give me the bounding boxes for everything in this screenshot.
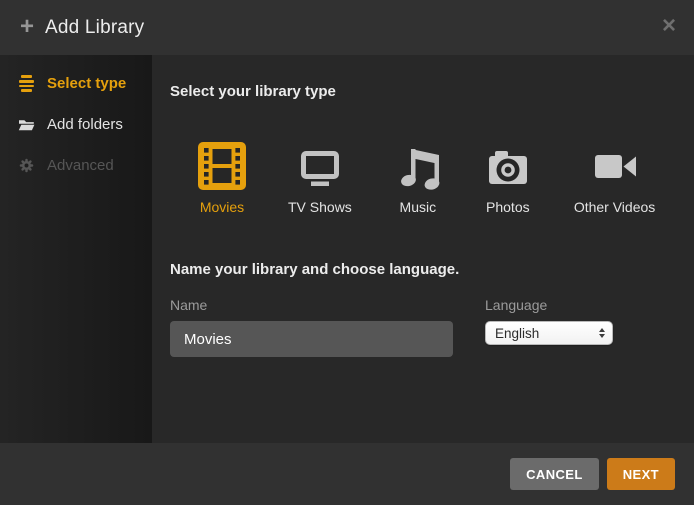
plus-icon: +	[20, 15, 34, 39]
library-type-section-title: Select your library type	[170, 83, 694, 100]
name-field-group: Name	[170, 297, 453, 357]
dialog-title: Add Library	[45, 17, 144, 39]
library-type-music[interactable]: Music	[394, 142, 442, 215]
type-lines-icon	[18, 75, 35, 91]
library-type-photos[interactable]: Photos	[484, 142, 532, 215]
library-name-input[interactable]	[170, 321, 453, 357]
library-type-label: TV Shows	[288, 199, 352, 215]
close-icon[interactable]: ×	[662, 14, 676, 38]
film-icon	[198, 142, 246, 190]
cancel-button[interactable]: CANCEL	[510, 458, 599, 490]
gear-icon	[18, 158, 35, 173]
sidebar-item-add-folders[interactable]: Add folders	[0, 104, 152, 145]
library-type-label: Music	[400, 199, 437, 215]
music-note-icon	[394, 142, 442, 190]
sidebar-item-label: Add folders	[47, 116, 123, 133]
wizard-steps-sidebar: Select type Add folders	[0, 55, 152, 443]
dialog-header: + Add Library ×	[0, 0, 694, 55]
library-type-picker: Movies TV Shows	[198, 142, 694, 215]
library-type-tv-shows[interactable]: TV Shows	[288, 142, 352, 215]
dialog-main: Select your library type	[152, 55, 694, 443]
name-field-label: Name	[170, 297, 453, 313]
name-section-title: Name your library and choose language.	[170, 261, 694, 278]
add-library-dialog: + Add Library × Select type	[0, 0, 694, 505]
language-select[interactable]: English	[485, 321, 613, 345]
language-select-value: English	[495, 326, 599, 341]
sidebar-item-advanced[interactable]: Advanced	[0, 145, 152, 186]
name-language-fields: Name Language English	[170, 297, 694, 357]
library-type-label: Movies	[200, 199, 244, 215]
library-type-movies[interactable]: Movies	[198, 142, 246, 215]
tv-icon	[296, 142, 344, 190]
sidebar-item-label: Advanced	[47, 157, 114, 174]
library-type-other-videos[interactable]: Other Videos	[574, 142, 655, 215]
language-field-label: Language	[485, 297, 613, 313]
sidebar-item-select-type[interactable]: Select type	[0, 63, 152, 104]
next-button[interactable]: NEXT	[607, 458, 675, 490]
dialog-footer: CANCEL NEXT	[0, 443, 694, 505]
folder-icon	[18, 118, 35, 132]
library-type-label: Other Videos	[574, 199, 655, 215]
video-camera-icon	[591, 142, 639, 190]
dialog-body: Select type Add folders	[0, 55, 694, 443]
camera-icon	[484, 142, 532, 190]
sidebar-item-label: Select type	[47, 75, 126, 92]
library-type-label: Photos	[486, 199, 530, 215]
select-arrows-icon	[599, 328, 605, 339]
language-field-group: Language English	[485, 297, 613, 357]
